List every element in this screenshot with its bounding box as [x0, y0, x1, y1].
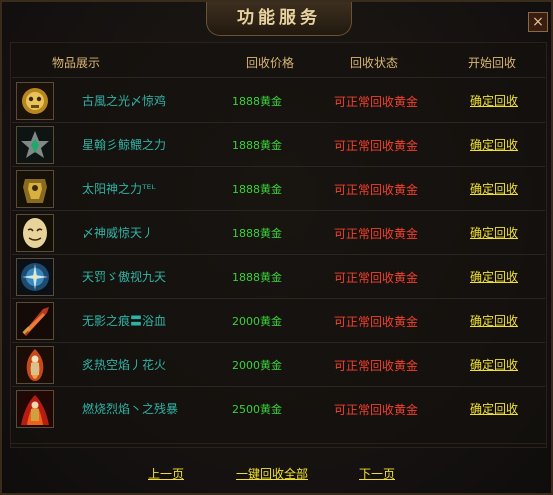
confirm-recycle-button[interactable]: 确定回收: [470, 356, 518, 373]
footer-divider: [10, 443, 547, 444]
prev-page-button[interactable]: 上一页: [148, 465, 184, 482]
golden-skull-icon: [16, 82, 54, 120]
green-star-gem-icon: [16, 126, 54, 164]
confirm-recycle-button[interactable]: 确定回收: [470, 400, 518, 417]
item-price: 2500黄金: [232, 403, 282, 416]
confirm-recycle-button[interactable]: 确定回收: [470, 92, 518, 109]
close-button[interactable]: ×: [528, 12, 548, 32]
header-price: 回收价格: [246, 56, 295, 70]
next-page-button[interactable]: 下一页: [359, 465, 395, 482]
item-price: 1888黄金: [232, 183, 282, 196]
row-divider: [12, 342, 545, 343]
table-row: 无影之痕〓浴血 2000黄金 可正常回收黄金 确定回收: [12, 300, 545, 342]
table-row: 燃烧烈焰丶之残暴 2500黄金 可正常回收黄金 确定回收: [12, 388, 545, 430]
title-plate: 功能服务: [206, 2, 352, 36]
mask-icon: [16, 214, 54, 252]
header-status: 回收状态: [350, 56, 399, 70]
item-name: 太阳神之力ᵀᴱᴸ: [82, 182, 156, 196]
golden-armor-icon: [16, 170, 54, 208]
item-price: 2000黄金: [232, 315, 282, 328]
item-status: 可正常回收黄金: [334, 183, 419, 197]
table-row: 太阳神之力ᵀᴱᴸ 1888黄金 可正常回收黄金 确定回收: [12, 168, 545, 210]
item-price: 1888黄金: [232, 227, 282, 240]
item-status: 可正常回收黄金: [334, 227, 419, 241]
item-status: 可正常回收黄金: [334, 403, 419, 417]
item-name: 〆神威惊天丿: [82, 226, 155, 240]
confirm-recycle-button[interactable]: 确定回收: [470, 180, 518, 197]
item-name: 天罚ゞ傲视九天: [82, 270, 167, 284]
row-divider: [12, 254, 545, 255]
header-item: 物品展示: [52, 56, 101, 70]
confirm-recycle-button[interactable]: 确定回收: [470, 224, 518, 241]
item-status: 可正常回收黄金: [334, 95, 419, 109]
fire-warrior-icon: [16, 390, 54, 428]
item-name: 炙热空焰丿花火: [82, 358, 167, 372]
item-price: 2000黄金: [232, 359, 282, 372]
flame-warrior-icon: [16, 346, 54, 384]
table-row: 天罚ゞ傲视九天 1888黄金 可正常回收黄金 确定回收: [12, 256, 545, 298]
confirm-recycle-button[interactable]: 确定回收: [470, 312, 518, 329]
row-divider: [12, 386, 545, 387]
row-divider: [12, 122, 545, 123]
row-divider: [12, 298, 545, 299]
window-title: 功能服务: [237, 8, 321, 28]
row-divider: [12, 210, 545, 211]
red-sword-icon: [16, 302, 54, 340]
blue-compass-icon: [16, 258, 54, 296]
item-status: 可正常回收黄金: [334, 359, 419, 373]
item-price: 1888黄金: [232, 271, 282, 284]
item-status: 可正常回收黄金: [334, 139, 419, 153]
confirm-recycle-button[interactable]: 确定回收: [470, 268, 518, 285]
item-name: 星翰彡鲸鳂之力: [82, 138, 167, 152]
table-row: 〆神威惊天丿 1888黄金 可正常回收黄金 确定回收: [12, 212, 545, 254]
item-name: 无影之痕〓浴血: [82, 314, 167, 328]
header-action: 开始回收: [468, 56, 517, 70]
row-divider: [12, 166, 545, 167]
header-divider: [12, 77, 545, 78]
table-row: 星翰彡鲸鳂之力 1888黄金 可正常回收黄金 确定回收: [12, 124, 545, 166]
table-row: 炙热空焰丿花火 2000黄金 可正常回收黄金 确定回收: [12, 344, 545, 386]
item-price: 1888黄金: [232, 95, 282, 108]
item-name: 燃烧烈焰丶之残暴: [82, 402, 179, 416]
recycle-panel: 功能服务 × 物品展示 回收价格 回收状态 开始回收 古風之光〆惊鸡 1888黄…: [0, 0, 553, 495]
item-price: 1888黄金: [232, 139, 282, 152]
item-status: 可正常回收黄金: [334, 315, 419, 329]
confirm-recycle-button[interactable]: 确定回收: [470, 136, 518, 153]
item-status: 可正常回收黄金: [334, 271, 419, 285]
item-name: 古風之光〆惊鸡: [82, 94, 167, 108]
recycle-all-button[interactable]: 一键回收全部: [236, 465, 308, 482]
table-row: 古風之光〆惊鸡 1888黄金 可正常回收黄金 确定回收: [12, 80, 545, 122]
